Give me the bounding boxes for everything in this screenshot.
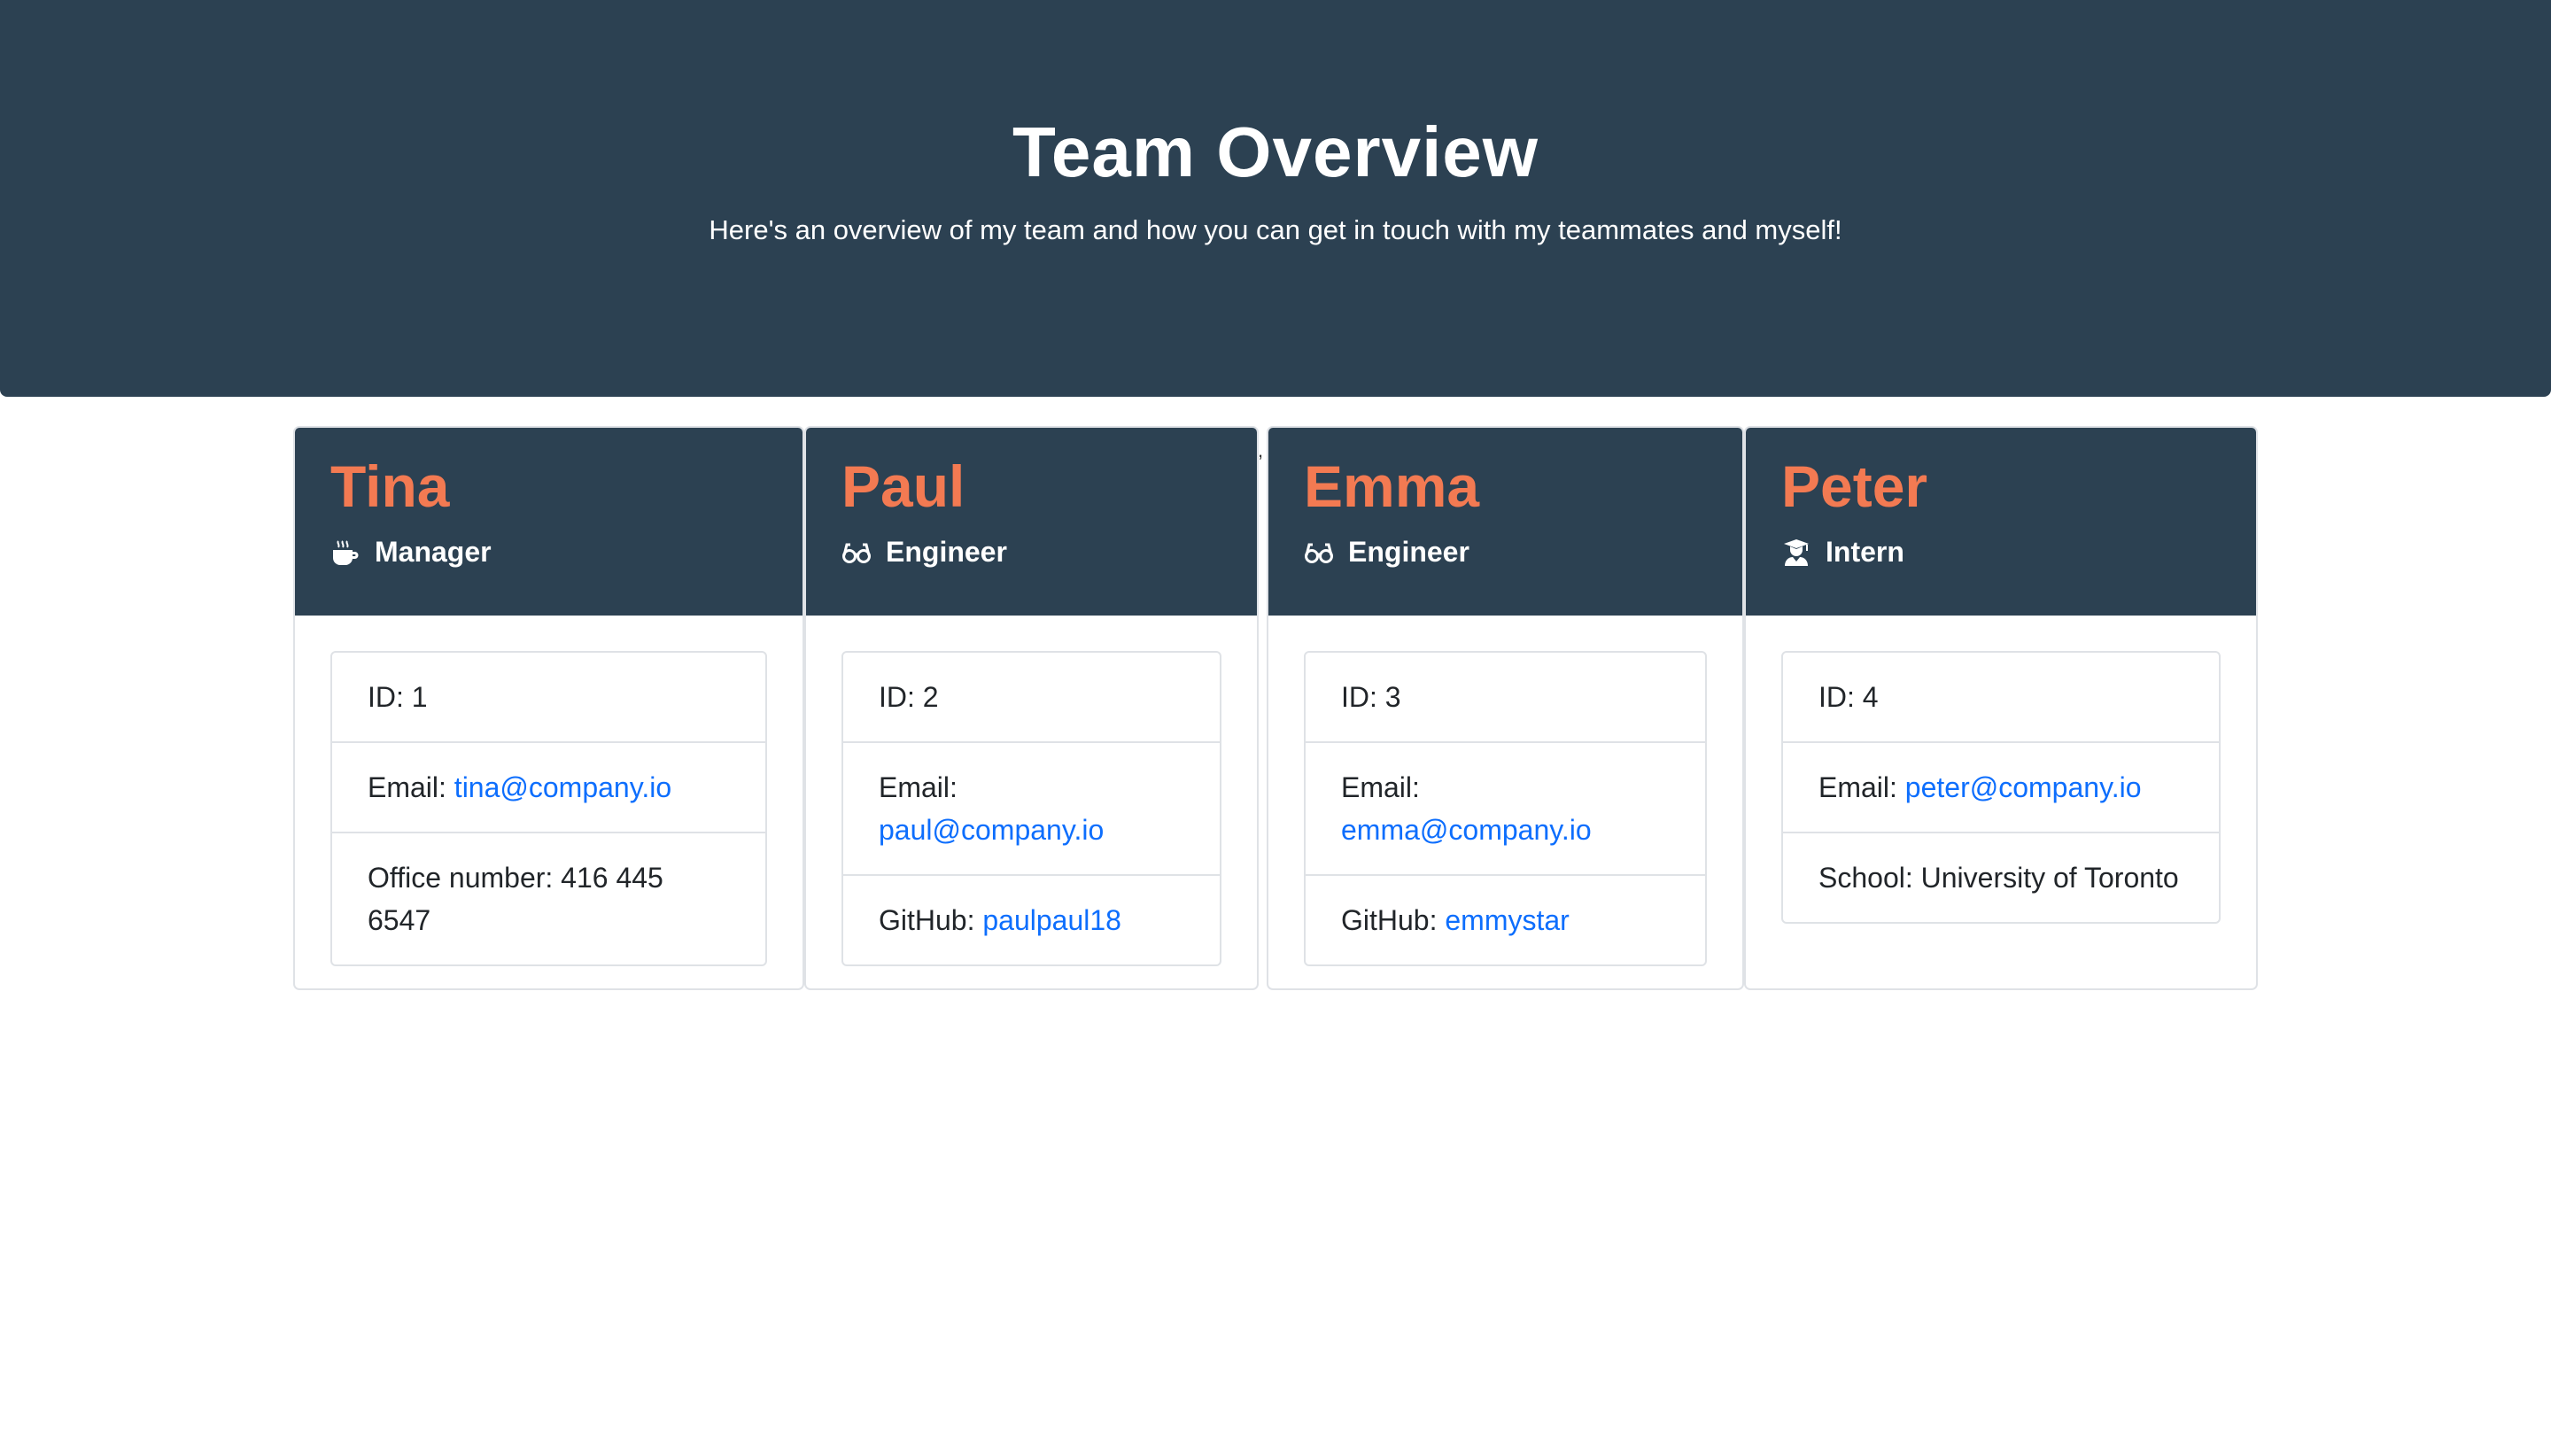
card-header: Tina Manager [295, 428, 803, 616]
page-title: Team Overview [1012, 112, 1539, 191]
id-row: ID: 4 [1783, 653, 2219, 741]
employee-card-peter: Peter Intern ID: 4 Email: peter@company.… [1744, 426, 2258, 990]
employee-name: Peter [1781, 453, 1928, 519]
role-label: Intern [1826, 536, 1904, 568]
email-label: Email: [879, 771, 958, 803]
employee-card-paul: Paul Engineer ID: 2 Email: paul@company.i… [804, 426, 1259, 990]
role-label: Engineer [1348, 536, 1469, 568]
id-row: ID: 1 [332, 653, 765, 741]
office-number-row: Office number: 416 445 6547 [332, 832, 765, 964]
role-label: Engineer [886, 536, 1007, 568]
id-text: ID: 2 [879, 681, 939, 713]
github-link[interactable]: emmystar [1445, 904, 1569, 936]
email-row: Email: emma@company.io [1306, 741, 1705, 874]
email-row: Email: paul@company.io [843, 741, 1220, 874]
page-subtitle: Here's an overview of my team and how yo… [709, 214, 1842, 245]
school-row: School: University of Toronto [1783, 832, 2219, 922]
office-number-text: Office number: 416 445 6547 [368, 862, 663, 936]
email-link[interactable]: paul@company.io [879, 814, 1104, 846]
school-text: School: University of Toronto [1818, 862, 2179, 894]
card-header: Emma Engineer [1268, 428, 1742, 616]
employee-role: Engineer [1304, 536, 1469, 569]
employee-details: ID: 3 Email: emma@company.io GitHub: emmy… [1304, 651, 1707, 966]
email-label: Email: [368, 771, 446, 803]
id-text: ID: 1 [368, 681, 428, 713]
employee-role: Engineer [841, 536, 1007, 569]
email-link[interactable]: emma@company.io [1341, 814, 1592, 846]
github-row: GitHub: emmystar [1306, 874, 1705, 964]
email-link[interactable]: tina@company.io [454, 771, 671, 803]
id-row: ID: 3 [1306, 653, 1705, 741]
glasses-icon [1304, 538, 1334, 568]
role-label: Manager [375, 536, 492, 568]
id-text: ID: 3 [1341, 681, 1401, 713]
employee-card-tina: Tina Manager ID: 1 Email: tina@company.i… [293, 426, 804, 990]
graduate-icon [1781, 538, 1811, 568]
email-link[interactable]: peter@company.io [1905, 771, 2142, 803]
employee-details: ID: 2 Email: paul@company.io GitHub: paul… [841, 651, 1221, 966]
employee-role: Manager [330, 536, 492, 569]
header-banner: Team Overview Here's an overview of my t… [0, 0, 2551, 397]
id-row: ID: 2 [843, 653, 1220, 741]
employee-name: Paul [841, 453, 965, 519]
coffee-icon [330, 538, 361, 568]
employee-card-emma: Emma Engineer ID: 3 Email: emma@company.i… [1267, 426, 1744, 990]
employee-role: Intern [1781, 536, 1904, 569]
github-link[interactable]: paulpaul18 [982, 904, 1121, 936]
email-label: Email: [1341, 771, 1420, 803]
employee-details: ID: 4 Email: peter@company.io School: Un… [1781, 651, 2221, 924]
employee-name: Emma [1304, 453, 1480, 519]
email-label: Email: [1818, 771, 1897, 803]
employee-details: ID: 1 Email: tina@company.io Office numb… [330, 651, 767, 966]
id-text: ID: 4 [1818, 681, 1879, 713]
card-header: Paul Engineer [806, 428, 1257, 616]
github-label: GitHub: [879, 904, 975, 936]
glasses-icon [841, 538, 872, 568]
github-label: GitHub: [1341, 904, 1438, 936]
email-row: Email: tina@company.io [332, 741, 765, 832]
card-header: Peter Intern [1746, 428, 2256, 616]
employee-name: Tina [330, 453, 450, 519]
email-row: Email: peter@company.io [1783, 741, 2219, 832]
github-row: GitHub: paulpaul18 [843, 874, 1220, 964]
